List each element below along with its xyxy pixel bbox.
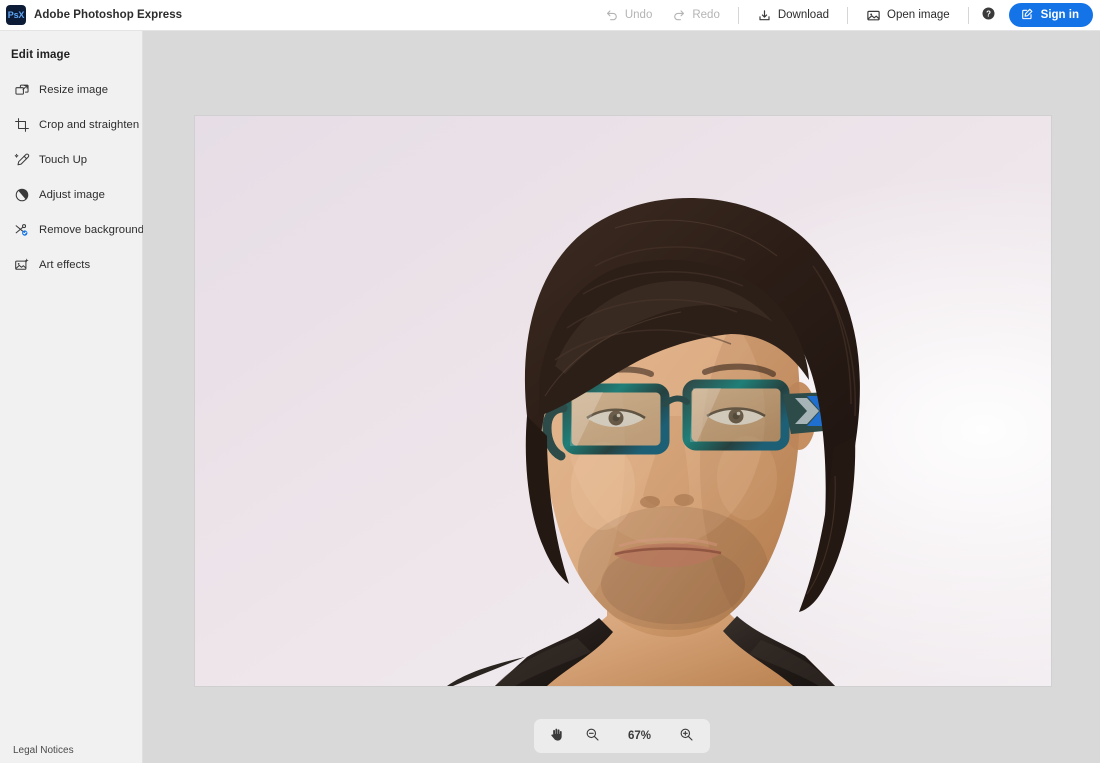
sidebar-item-label: Resize image bbox=[39, 84, 108, 96]
edit-pen-icon bbox=[1020, 7, 1034, 24]
sign-in-label: Sign in bbox=[1041, 9, 1079, 21]
app-logo-icon: PsX bbox=[6, 5, 26, 25]
sidebar-item-art-effects[interactable]: Art effects bbox=[0, 247, 142, 282]
app-body: Edit image Resize image bbox=[0, 31, 1100, 763]
adjust-contrast-icon bbox=[13, 186, 30, 203]
zoom-in-button[interactable] bbox=[670, 723, 704, 749]
open-image-label: Open image bbox=[887, 9, 950, 21]
toolbar-divider-1 bbox=[738, 7, 739, 24]
help-circle-icon: ? bbox=[981, 6, 996, 24]
redo-arrow-icon bbox=[672, 8, 686, 22]
legal-notices-link[interactable]: Legal Notices bbox=[13, 745, 74, 756]
svg-text:?: ? bbox=[986, 10, 991, 19]
magnifier-plus-icon bbox=[679, 727, 694, 745]
toolbar-divider-2 bbox=[847, 7, 848, 24]
redo-button[interactable]: Redo bbox=[662, 4, 730, 26]
photo-artwork bbox=[195, 116, 1051, 686]
image-frame-icon bbox=[866, 8, 881, 23]
sidebar-item-label: Remove background bbox=[39, 224, 144, 236]
redo-label: Redo bbox=[692, 9, 720, 21]
resize-image-icon bbox=[13, 81, 30, 98]
download-button[interactable]: Download bbox=[747, 4, 839, 26]
sidebar-item-adjust-image[interactable]: Adjust image bbox=[0, 177, 142, 212]
zoom-out-button[interactable] bbox=[576, 723, 610, 749]
undo-button[interactable]: Undo bbox=[595, 4, 663, 26]
download-label: Download bbox=[778, 9, 829, 21]
toolbar-divider-3 bbox=[968, 7, 969, 24]
sidebar-item-remove-background[interactable]: Remove background bbox=[0, 212, 142, 247]
brand: PsX Adobe Photoshop Express bbox=[6, 5, 182, 25]
header-actions: Undo Redo bbox=[595, 0, 1093, 30]
sidebar-item-crop-and-straighten[interactable]: Crop and straighten bbox=[0, 107, 142, 142]
sidebar: Edit image Resize image bbox=[0, 31, 143, 763]
sidebar-item-touch-up[interactable]: Touch Up bbox=[0, 142, 142, 177]
art-effects-sparkle-icon bbox=[13, 256, 30, 273]
sidebar-menu: Resize image Crop and straighten bbox=[0, 72, 142, 282]
download-tray-icon bbox=[757, 8, 772, 23]
hand-tool-icon bbox=[549, 727, 564, 745]
zoom-toolbar: 67% bbox=[534, 719, 710, 753]
sidebar-item-resize-image[interactable]: Resize image bbox=[0, 72, 142, 107]
image-canvas[interactable]: 67% bbox=[143, 31, 1100, 763]
scissors-remove-background-icon bbox=[13, 221, 30, 238]
sidebar-item-label: Crop and straighten bbox=[39, 119, 139, 131]
sidebar-item-label: Art effects bbox=[39, 259, 90, 271]
undo-label: Undo bbox=[625, 9, 653, 21]
sidebar-item-label: Touch Up bbox=[39, 154, 87, 166]
healing-brush-icon bbox=[13, 151, 30, 168]
zoom-level-value[interactable]: 67% bbox=[612, 730, 668, 742]
open-image-button[interactable]: Open image bbox=[856, 4, 960, 26]
magnifier-minus-icon bbox=[585, 727, 600, 745]
hand-tool-button[interactable] bbox=[540, 723, 574, 749]
photoshop-express-app: PsX Adobe Photoshop Express Undo bbox=[0, 0, 1100, 763]
app-header: PsX Adobe Photoshop Express Undo bbox=[0, 0, 1100, 31]
sidebar-item-label: Adjust image bbox=[39, 189, 105, 201]
undo-arrow-icon bbox=[605, 8, 619, 22]
sign-in-button[interactable]: Sign in bbox=[1009, 3, 1093, 27]
edited-photo[interactable] bbox=[195, 116, 1051, 686]
crop-icon bbox=[13, 116, 30, 133]
app-title: Adobe Photoshop Express bbox=[34, 9, 182, 21]
sidebar-title: Edit image bbox=[0, 31, 142, 61]
help-button[interactable]: ? bbox=[977, 3, 1001, 27]
